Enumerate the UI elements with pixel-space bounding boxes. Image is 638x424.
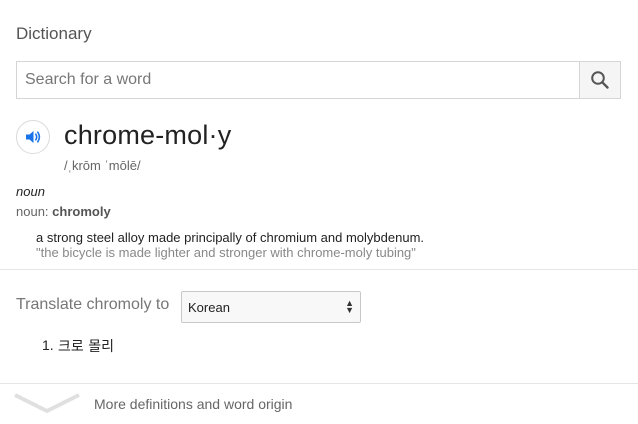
pronounce-button[interactable] — [16, 120, 50, 154]
language-select-value: Korean — [188, 300, 230, 315]
dictionary-card: Dictionary chrome-mol·y /ˌkrōm ˈmōlē/ no… — [0, 0, 638, 424]
card-title: Dictionary — [16, 24, 92, 43]
phonetic-spelling: /ˌkrōm ˈmōlē/ — [64, 158, 141, 173]
divider — [0, 269, 638, 270]
search-input[interactable] — [17, 62, 582, 98]
part-of-speech: noun — [16, 184, 45, 199]
definition: a strong steel alloy made principally of… — [36, 230, 425, 245]
translation-result: 크로 몰리 — [58, 339, 114, 355]
divider — [0, 383, 638, 384]
search-button[interactable] — [579, 62, 620, 98]
translation-number: 1. — [42, 337, 54, 353]
noun-value: chromoly — [52, 204, 111, 219]
select-arrows-icon: ▲ ▼ — [345, 298, 354, 315]
translate-label: Translate chromoly to — [16, 296, 170, 313]
search-box — [16, 61, 621, 99]
speaker-icon — [26, 131, 41, 143]
more-definitions-link[interactable]: More definitions and word origin — [94, 396, 292, 412]
noun-variant: noun: chromoly — [16, 204, 111, 219]
chevron-down-icon[interactable] — [14, 392, 80, 414]
language-select[interactable]: Korean ▲ ▼ — [181, 291, 361, 323]
example-sentence: "the bicycle is made lighter and stronge… — [36, 245, 416, 260]
search-icon — [591, 71, 609, 89]
noun-label: noun: — [16, 204, 49, 219]
headword: chrome-mol·y — [64, 120, 232, 150]
